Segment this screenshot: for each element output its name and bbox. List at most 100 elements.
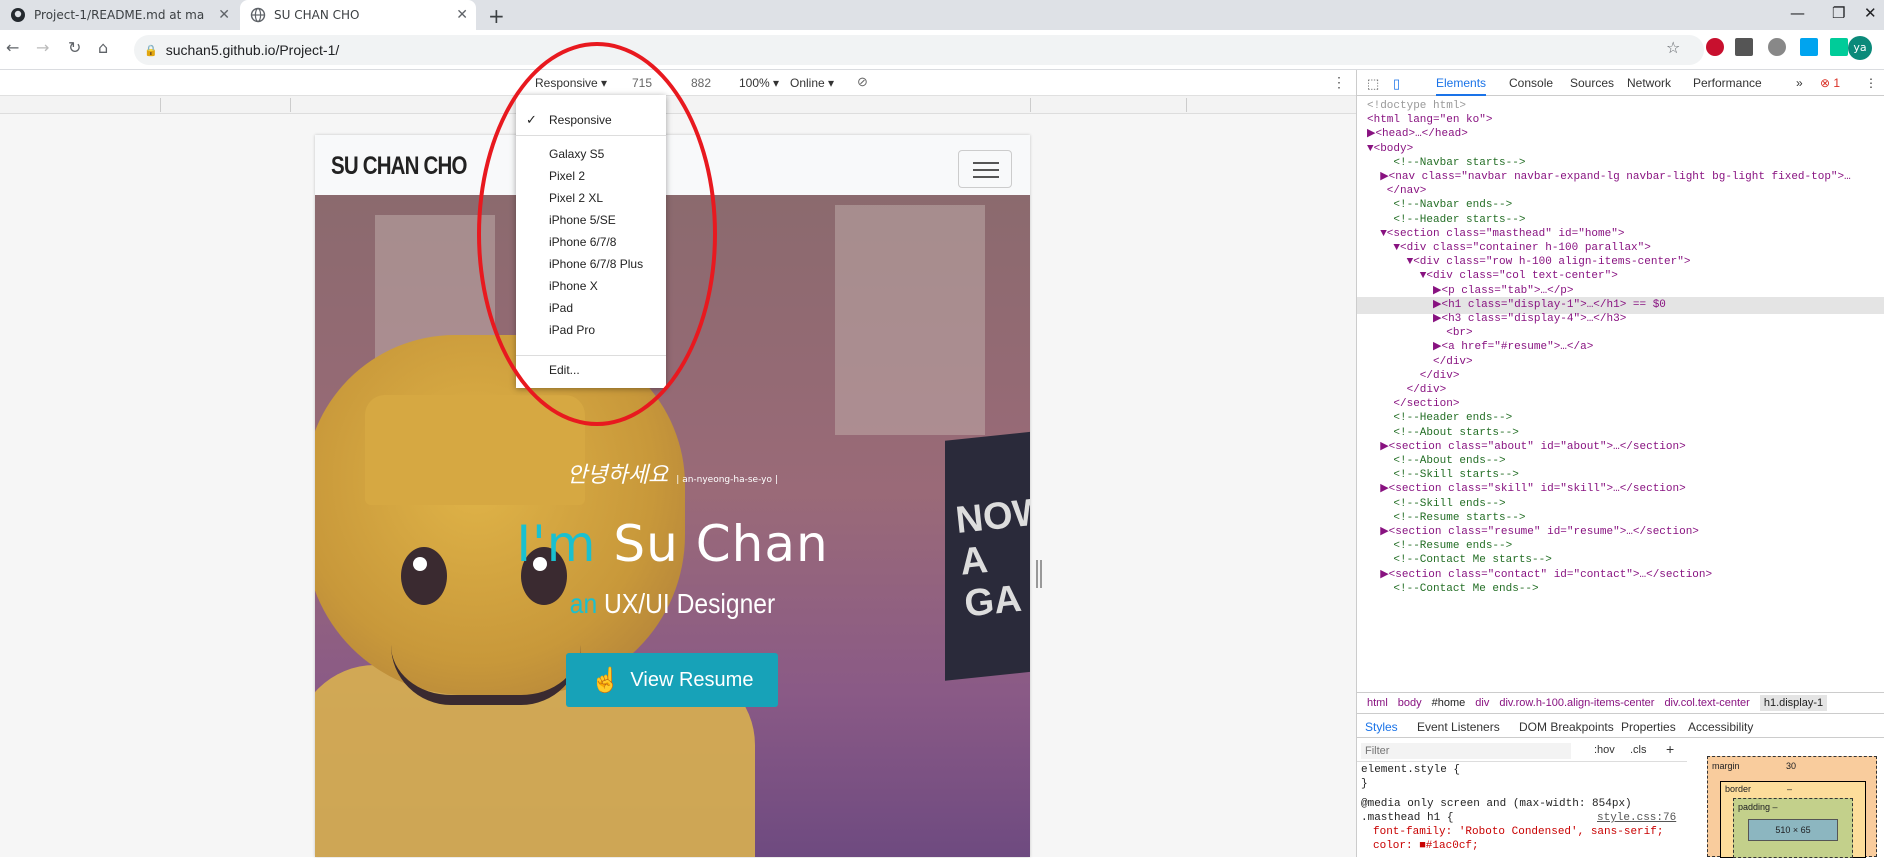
box-padding: padding – 510 × 65 [1733, 798, 1853, 858]
extension-icon[interactable] [1800, 38, 1818, 56]
view-resume-label: View Resume [630, 668, 754, 691]
rule-element-style[interactable]: element.style { [1361, 764, 1460, 776]
zoom-value: 100% [739, 76, 770, 90]
rule-selector[interactable]: .masthead h1 { [1361, 812, 1453, 824]
throttle-value: Online [790, 76, 825, 90]
extension-icon[interactable] [1768, 38, 1786, 56]
styles-tabbar: Styles Event Listeners DOM Breakpoints P… [1357, 716, 1884, 738]
rotate-icon[interactable]: ⊘ [857, 74, 868, 90]
bookmark-star-icon[interactable]: ☆ [1666, 38, 1680, 57]
lock-icon: 🔒 [144, 43, 158, 57]
hero-subtitle: an UX/UI Designer [358, 588, 987, 620]
inspect-icon[interactable]: ⬚ [1367, 76, 1379, 92]
error-count-badge[interactable]: ⊗ 1 [1820, 76, 1840, 90]
reload-icon[interactable]: ↻ [68, 38, 81, 57]
url-text: suchan5.github.io/Project-1/ [165, 42, 340, 58]
cls-toggle[interactable]: .cls [1630, 744, 1647, 756]
tab-title: SU CHAN CHO [274, 8, 360, 22]
home-icon[interactable]: ⌂ [98, 38, 108, 57]
tab-title: Project-1/README.md at master [34, 8, 204, 22]
breadcrumb-item[interactable]: #home [1432, 697, 1466, 709]
close-tab-icon[interactable]: ✕ [218, 7, 230, 23]
breadcrumb-item[interactable]: body [1398, 697, 1422, 709]
rule-source-link[interactable]: style.css:76 [1597, 812, 1676, 824]
tab-properties[interactable]: Properties [1621, 720, 1676, 734]
breadcrumb-item[interactable]: div.col.text-center [1664, 697, 1749, 709]
address-bar[interactable]: 🔒 suchan5.github.io/Project-1/ [134, 35, 1704, 65]
tab-dom-breakpoints[interactable]: DOM Breakpoints [1519, 720, 1614, 734]
greeting: 안녕하세요 | an-nyeong-ha-se-yo | [315, 457, 1030, 489]
subtitle-role: UX/UI Designer [604, 588, 776, 619]
tab-accessibility[interactable]: Accessibility [1688, 720, 1753, 734]
devtools-tabbar: ⬚ ▯ Elements Console Sources Network Per… [1357, 70, 1884, 96]
tab-elements[interactable]: Elements [1436, 76, 1487, 96]
rule-declaration[interactable]: font-family: 'Roboto Condensed', sans-se… [1373, 826, 1663, 838]
add-rule-icon[interactable]: + [1666, 741, 1674, 757]
style-rules: element.style { } @media only screen and… [1357, 764, 1687, 857]
box-content: 510 × 65 [1748, 819, 1838, 841]
breadcrumb-item[interactable]: div.row.h-100.align-items-center [1499, 697, 1654, 709]
margin-value[interactable]: 30 [1786, 761, 1796, 771]
github-icon [10, 7, 26, 23]
rule-close: } [1361, 778, 1368, 790]
dom-node[interactable]: <!--Contact Me ends--> [1357, 581, 1884, 598]
styles-filter-input[interactable] [1361, 743, 1571, 759]
more-options-icon[interactable]: ⋮ [1332, 74, 1346, 91]
more-tabs-icon[interactable]: » [1796, 76, 1803, 90]
extension-icon[interactable] [1735, 38, 1753, 56]
box-model-diagram: margin 30 border – padding – 510 × 65 [1707, 756, 1877, 858]
rule-declaration[interactable]: color: ■#1ac0cf; [1373, 840, 1479, 852]
zoom-select[interactable]: 100% ▾ [739, 76, 779, 90]
minimize-icon[interactable]: — [1790, 4, 1805, 22]
close-tab-icon[interactable]: ✕ [456, 7, 468, 23]
forward-icon[interactable]: → [36, 38, 49, 57]
error-count: 1 [1833, 76, 1841, 90]
border-value[interactable]: – [1787, 784, 1792, 794]
greeting-romanized: | an-nyeong-ha-se-yo | [676, 475, 778, 485]
styles-filter-row: :hov .cls + [1357, 740, 1687, 762]
avatar[interactable]: ya [1848, 36, 1872, 60]
breadcrumb-item[interactable]: h1.display-1 [1759, 695, 1828, 711]
viewport-resize-handle[interactable] [1036, 560, 1042, 588]
close-window-icon[interactable]: ✕ [1864, 4, 1877, 22]
dom-tree: <!doctype html> <html lang="en ko"> ▶<head… [1357, 98, 1884, 680]
extension-icon[interactable] [1706, 38, 1724, 56]
box-border: border – padding – 510 × 65 [1720, 781, 1866, 858]
tab-console[interactable]: Console [1509, 76, 1553, 90]
restore-icon[interactable]: ❐ [1832, 4, 1845, 22]
tab-strip: Project-1/README.md at master ✕ SU CHAN … [0, 0, 1884, 30]
globe-icon [250, 7, 266, 23]
annotation-circle [477, 42, 717, 426]
pointing-hand-icon: ☝ [590, 666, 621, 694]
height-input[interactable]: 882 [691, 76, 711, 90]
hov-toggle[interactable]: :hov [1594, 744, 1615, 756]
browser-tab-active[interactable]: SU CHAN CHO ✕ [240, 0, 476, 30]
tab-styles[interactable]: Styles [1365, 720, 1398, 734]
tab-sources[interactable]: Sources [1570, 76, 1614, 90]
breadcrumb-item[interactable]: div [1475, 697, 1489, 709]
new-tab-icon[interactable]: + [488, 4, 505, 28]
media-query: @media only screen and (max-width: 854px… [1361, 798, 1632, 810]
extension-icon[interactable] [1830, 38, 1848, 56]
breadcrumb: html body #home div div.row.h-100.align-… [1357, 692, 1884, 714]
tab-performance[interactable]: Performance [1693, 76, 1762, 90]
title-name: Su Chan [613, 515, 829, 573]
site-brand[interactable]: SU CHAN CHO [331, 152, 467, 181]
tab-event-listeners[interactable]: Event Listeners [1417, 720, 1500, 734]
breadcrumb-item[interactable]: html [1367, 697, 1388, 709]
border-label: border [1725, 784, 1752, 794]
device-toggle-icon[interactable]: ▯ [1393, 76, 1400, 92]
devtools-menu-icon[interactable]: ⋮ [1865, 76, 1877, 90]
padding-label: padding – [1738, 802, 1778, 812]
margin-label: margin [1712, 761, 1740, 771]
back-icon[interactable]: ← [6, 38, 19, 57]
browser-tab-github[interactable]: Project-1/README.md at master ✕ [0, 0, 238, 30]
hamburger-menu-icon[interactable] [958, 150, 1012, 188]
tab-network[interactable]: Network [1627, 76, 1671, 90]
throttle-select[interactable]: Online ▾ [790, 76, 834, 90]
hero-title: I'm Su Chan [315, 515, 1030, 573]
devtools-panel: ⬚ ▯ Elements Console Sources Network Per… [1356, 70, 1884, 858]
view-resume-button[interactable]: ☝ View Resume [566, 653, 778, 707]
title-prefix: I'm [516, 515, 597, 573]
subtitle-prefix: an [569, 588, 598, 619]
